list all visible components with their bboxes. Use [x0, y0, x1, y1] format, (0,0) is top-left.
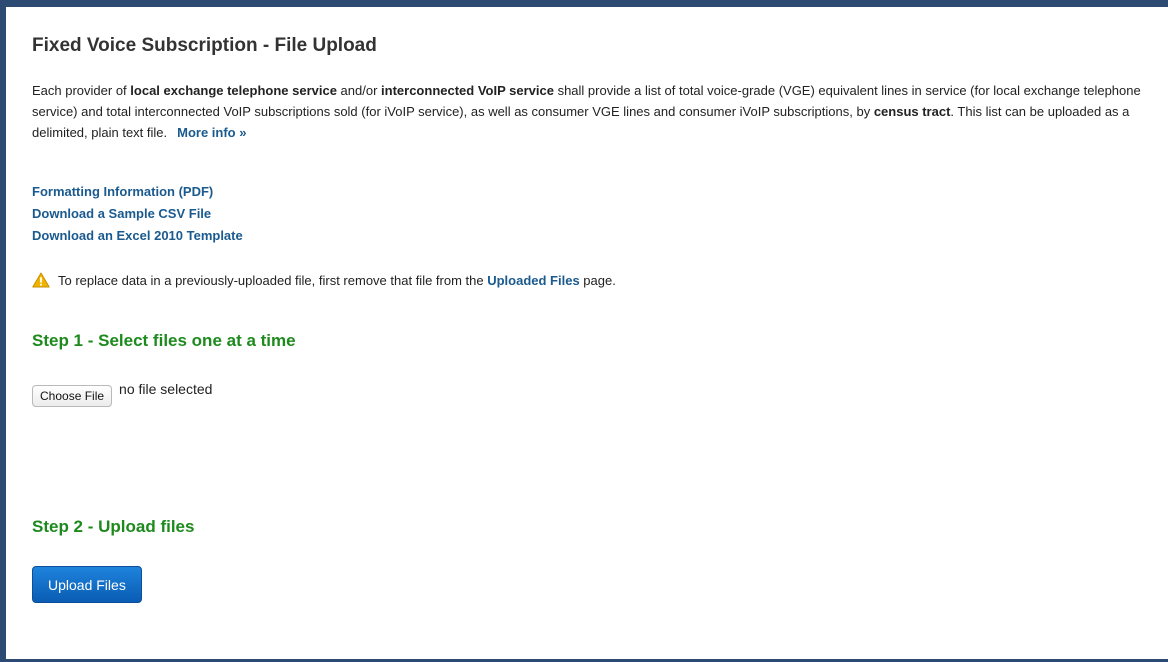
intro-text: and/or	[336, 83, 382, 98]
formatting-info-link[interactable]: Formatting Information (PDF)	[32, 181, 243, 203]
warning-text: To replace data in a previously-uploaded…	[58, 273, 616, 288]
page-title: Fixed Voice Subscription - File Upload	[32, 35, 377, 56]
intro-bold-census-tract: census tract	[873, 104, 951, 119]
file-picker: Choose File no file selected	[32, 378, 212, 407]
intro-bold-local-exchange: local exchange telephone service	[130, 83, 337, 98]
intro-text: Each provider of	[32, 83, 131, 98]
uploaded-files-link[interactable]: Uploaded Files	[487, 273, 579, 288]
warning-icon	[32, 272, 50, 288]
step2-heading: Step 2 - Upload files	[32, 517, 195, 536]
choose-file-button[interactable]: Choose File	[32, 385, 113, 407]
warning-text-before: To replace data in a previously-uploaded…	[58, 272, 488, 288]
replace-data-warning: To replace data in a previously-uploaded…	[32, 272, 616, 288]
intro-paragraph: Each provider of local exchange telephon…	[32, 80, 1157, 143]
step1-heading: Step 1 - Select files one at a time	[32, 331, 296, 350]
warning-text-after: page.	[579, 272, 616, 288]
page-frame: Fixed Voice Subscription - File Upload E…	[0, 0, 1168, 662]
sample-csv-link[interactable]: Download a Sample CSV File	[32, 203, 243, 225]
resource-links: Formatting Information (PDF) Download a …	[32, 181, 243, 247]
more-info-link[interactable]: More info »	[177, 125, 246, 140]
upload-files-button[interactable]: Upload Files	[32, 566, 142, 603]
excel-template-link[interactable]: Download an Excel 2010 Template	[32, 225, 243, 247]
intro-bold-voip: interconnected VoIP service	[381, 83, 554, 98]
file-status: no file selected	[119, 381, 213, 397]
